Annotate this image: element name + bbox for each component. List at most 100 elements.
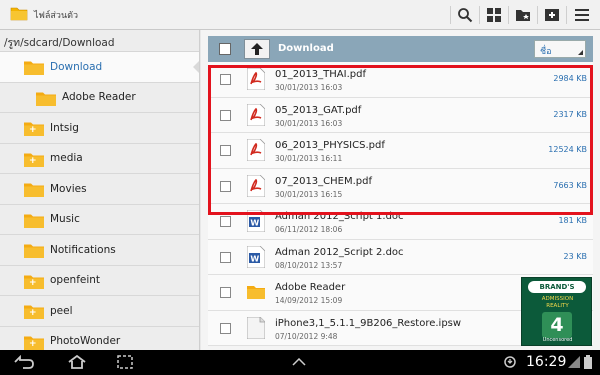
folder-icon xyxy=(247,286,265,299)
sidebar-item-download[interactable]: Download xyxy=(0,52,199,83)
home-icon xyxy=(68,354,86,369)
generic-file-icon xyxy=(247,316,265,339)
back-button[interactable] xyxy=(10,353,38,371)
svg-text:+: + xyxy=(29,308,37,318)
show-more-button[interactable] xyxy=(288,353,310,371)
search-button[interactable] xyxy=(451,0,479,30)
file-row[interactable]: 06_2013_PHYSICS.pdf 30/01/2013 16:11 12524… xyxy=(208,133,593,169)
folder-icon xyxy=(24,61,44,75)
sidebar-item-openfeint[interactable]: + openfeint xyxy=(0,266,199,296)
folder-shortcut-button[interactable] xyxy=(509,0,537,30)
dropdown-corner-icon xyxy=(578,50,583,55)
sidebar-item-intsig[interactable]: + Intsig xyxy=(0,113,199,144)
folder-icon xyxy=(24,183,44,197)
ad-banner[interactable]: BRAND'S ADMISSION REALITY 4 Uncensored xyxy=(521,277,592,346)
select-all-checkbox[interactable] xyxy=(219,43,231,55)
chevron-up-icon xyxy=(292,358,306,366)
ad-tag: Uncensored xyxy=(542,337,573,343)
sidebar-item-label: peel xyxy=(50,304,73,317)
folder-star-icon xyxy=(516,10,530,21)
file-row[interactable]: W Adman 2012_Script 1.doc 06/11/2012 18:06… xyxy=(208,204,593,240)
file-name: 07_2013_CHEM.pdf xyxy=(275,175,373,187)
folder-icon: + xyxy=(24,275,44,289)
sidebar-item-movies[interactable]: Movies xyxy=(0,174,199,205)
file-date: 08/10/2012 13:57 xyxy=(275,260,343,270)
home-button[interactable] xyxy=(64,353,90,371)
row-checkbox[interactable] xyxy=(220,109,231,121)
folder-icon: + xyxy=(24,153,44,167)
new-folder-button[interactable] xyxy=(538,0,566,30)
row-checkbox[interactable] xyxy=(220,287,231,298)
row-checkbox[interactable] xyxy=(220,74,231,85)
pdf-file-icon xyxy=(247,68,265,90)
clock: 16:29 xyxy=(526,354,567,370)
battery-icon xyxy=(583,353,593,371)
file-row[interactable]: 05_2013_GAT.pdf 30/01/2013 16:03 2317 KB xyxy=(208,97,593,133)
sidebar-item-notifications[interactable]: Notifications xyxy=(0,235,199,266)
sidebar-item-label: PhotoWonder xyxy=(50,335,121,348)
row-checkbox[interactable] xyxy=(220,216,231,227)
list-header: Download ชื่อ xyxy=(208,36,593,62)
folder-icon xyxy=(24,214,44,228)
sidebar-item-peel[interactable]: + peel xyxy=(0,296,199,327)
grid-view-icon xyxy=(487,8,501,22)
ad-number: 4 xyxy=(542,312,572,338)
file-size: 2317 KB xyxy=(553,109,587,119)
file-date: 30/01/2013 16:03 xyxy=(275,83,343,92)
file-size: 7663 KB xyxy=(553,180,587,190)
sidebar-item-photowonder[interactable]: + PhotoWonder xyxy=(0,327,199,351)
row-checkbox[interactable] xyxy=(220,180,231,192)
overflow-menu-button[interactable] xyxy=(568,0,596,30)
svg-text:+: + xyxy=(29,125,37,135)
current-path: /รูท/sdcard/Download xyxy=(0,30,199,52)
ad-brand: BRAND'S xyxy=(528,281,586,293)
word-file-icon: W xyxy=(247,245,265,268)
arrow-up-icon xyxy=(251,43,263,55)
sidebar-item-music[interactable]: Music xyxy=(0,205,199,235)
sidebar-item-label: Adobe Reader xyxy=(62,91,136,104)
folder-icon xyxy=(24,244,44,258)
sidebar-item-media[interactable]: + media xyxy=(0,144,199,174)
sidebar-item-adobe-reader[interactable]: Adobe Reader xyxy=(0,83,199,113)
up-folder-button[interactable] xyxy=(244,39,270,59)
row-checkbox[interactable] xyxy=(220,322,231,334)
file-name: Adman 2012_Script 2.doc xyxy=(275,246,404,258)
file-size: 23 KB xyxy=(563,251,587,261)
sort-dropdown[interactable]: ชื่อ xyxy=(534,40,586,58)
svg-text:+: + xyxy=(29,156,37,166)
file-name: Adman 2012_Script 1.doc xyxy=(275,211,404,222)
grid-view-button[interactable] xyxy=(480,0,508,30)
word-file-icon: W xyxy=(247,210,265,232)
sidebar-item-label: Music xyxy=(50,213,80,226)
recent-apps-button[interactable] xyxy=(114,353,136,371)
svg-text:W: W xyxy=(250,254,259,263)
pdf-file-icon xyxy=(247,103,265,126)
pdf-file-icon xyxy=(247,174,265,197)
row-checkbox[interactable] xyxy=(220,145,231,156)
app-title: ไฟล์ส่วนตัว xyxy=(34,11,79,21)
file-row[interactable]: 01_2013_THAI.pdf 30/01/2013 16:03 2984 KB xyxy=(208,62,593,98)
svg-text:+: + xyxy=(29,278,37,288)
file-name: Adobe Reader xyxy=(275,282,346,293)
folder-icon: + xyxy=(24,336,44,350)
pdf-file-icon xyxy=(247,139,265,161)
sidebar-item-label: Download xyxy=(50,60,103,73)
row-checkbox[interactable] xyxy=(220,251,231,263)
sidebar-item-label: Intsig xyxy=(50,121,79,134)
overflow-menu-icon xyxy=(575,9,589,21)
file-size: 2984 KB xyxy=(553,74,587,83)
file-date: 30/01/2013 16:15 xyxy=(275,189,343,199)
wifi-icon xyxy=(568,353,580,371)
file-row[interactable]: W Adman 2012_Script 2.doc 08/10/2012 13:57… xyxy=(208,239,593,275)
file-date: 06/11/2012 18:06 xyxy=(275,225,343,234)
file-name: 06_2013_PHYSICS.pdf xyxy=(275,140,385,151)
sidebar-item-label: openfeint xyxy=(50,274,101,287)
new-folder-icon xyxy=(545,9,559,21)
file-date: 07/10/2012 9:48 xyxy=(275,331,338,341)
system-bar: 16:29 xyxy=(0,350,600,375)
file-date: 14/09/2012 15:09 xyxy=(275,296,343,305)
file-date: 30/01/2013 16:03 xyxy=(275,118,343,128)
recent-apps-icon xyxy=(117,355,133,369)
file-row[interactable]: 07_2013_CHEM.pdf 30/01/2013 16:15 7663 KB xyxy=(208,168,593,204)
file-manager-app: ไฟล์ส่วนตัว /รูท/sdcard/Download Downloa… xyxy=(0,0,600,375)
